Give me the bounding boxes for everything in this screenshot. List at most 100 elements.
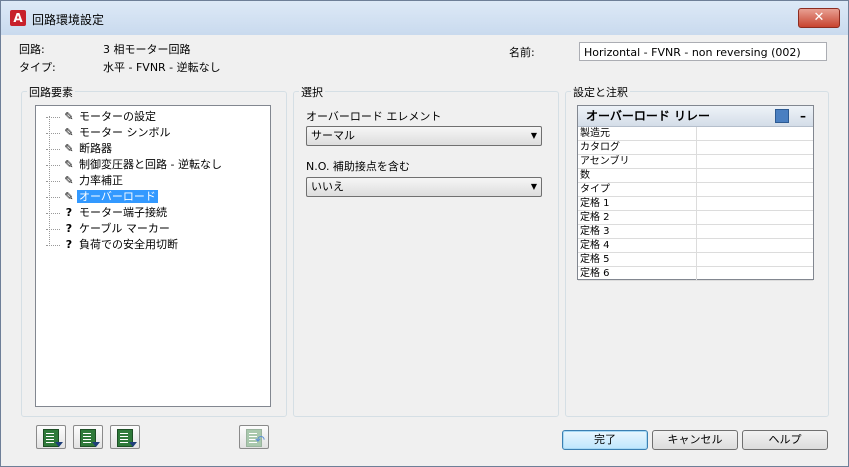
tree-item-motor-symbol[interactable]: ✎ モーター シンボル	[46, 125, 173, 141]
tree-item-overload[interactable]: ✎ オーバーロード	[46, 189, 158, 205]
grid-row-label: 定格 5	[580, 254, 610, 265]
circuit-elements-title: 回路要素	[27, 84, 75, 100]
tree-connector	[46, 132, 60, 134]
tree-item-label: オーバーロード	[77, 190, 158, 203]
grid-row-label: 定格 4	[580, 240, 610, 251]
dropdown-arrow-icon: ▼	[530, 131, 537, 140]
grid-row[interactable]: 定格 6	[578, 267, 813, 281]
grid-divider	[696, 183, 697, 196]
grid-divider	[696, 127, 697, 140]
grid-row[interactable]: 定格 5	[578, 253, 813, 267]
tree-item-label: 負荷での安全用切断	[79, 238, 178, 251]
tree-item-label: モーター端子接続	[79, 206, 167, 219]
grid-divider	[696, 253, 697, 266]
grid-divider	[696, 169, 697, 182]
dropdown-arrow-icon	[92, 442, 100, 447]
restore-defaults-button[interactable]: ↶	[239, 425, 269, 449]
cancel-button[interactable]: キャンセル	[652, 430, 738, 450]
grid-row-label: 製造元	[580, 128, 610, 139]
aux-contact-value: いいえ	[311, 180, 344, 193]
edit-template-button[interactable]	[110, 425, 140, 449]
name-field[interactable]: Horizontal - FVNR - non reversing (002)	[579, 42, 827, 61]
grid-header: オーバーロード リレー –	[578, 106, 813, 127]
settings-icon[interactable]	[775, 109, 789, 123]
ok-button[interactable]: 完了	[562, 430, 648, 450]
tree-connector	[46, 116, 60, 118]
undo-arrow-icon: ↶	[254, 433, 265, 447]
grid-row[interactable]: 定格 3	[578, 225, 813, 239]
tree-item-disconnect[interactable]: ✎ 断路器	[46, 141, 114, 157]
tree-connector	[46, 196, 60, 198]
overload-element-select[interactable]: サーマル ▼	[306, 126, 542, 146]
tree-connector	[46, 148, 60, 150]
app-icon: A	[10, 10, 26, 26]
grid-row-label: 定格 2	[580, 212, 610, 223]
tree-item-label: モーター シンボル	[79, 126, 171, 139]
tree-item-label: 断路器	[79, 142, 112, 155]
grid-row[interactable]: タイプ	[578, 183, 813, 197]
grid-divider	[696, 211, 697, 224]
save-template-button[interactable]	[73, 425, 103, 449]
type-value: 水平 - FVNR - 逆転なし	[103, 61, 221, 74]
pencil-icon: ✎	[64, 110, 74, 123]
properties-grid[interactable]: オーバーロード リレー – 製造元 カタログ アセンブリ 数 タイプ 定格 1 …	[577, 105, 814, 281]
question-icon: ?	[65, 222, 73, 235]
grid-row[interactable]: 定格 2	[578, 211, 813, 225]
aux-contact-select[interactable]: いいえ ▼	[306, 177, 542, 197]
load-template-button[interactable]	[36, 425, 66, 449]
collapse-icon[interactable]: –	[800, 106, 806, 126]
tree-connector	[46, 180, 60, 182]
dropdown-arrow-icon	[129, 442, 137, 447]
dialog-window: A 回路環境設定 ✕ 回路: 3 相モーター回路 タイプ: 水平 - FVNR …	[0, 0, 849, 467]
grid-row-label: 定格 6	[580, 268, 610, 279]
circuit-label: 回路:	[19, 43, 45, 56]
question-icon: ?	[65, 238, 73, 251]
grid-divider	[696, 155, 697, 168]
grid-divider	[696, 141, 697, 154]
grid-row-label: 数	[580, 170, 590, 181]
grid-row[interactable]: 定格 4	[578, 239, 813, 253]
tree-item-label: ケーブル マーカー	[79, 222, 170, 235]
pencil-icon: ✎	[64, 126, 74, 139]
aux-contact-label: N.O. 補助接点を含む	[306, 160, 410, 173]
close-icon: ✕	[813, 10, 825, 25]
settings-annotations-title: 設定と注釈	[571, 84, 630, 100]
help-button[interactable]: ヘルプ	[742, 430, 828, 450]
grid-row-label: カタログ	[580, 142, 620, 153]
grid-row[interactable]: 数	[578, 169, 813, 183]
tree-connector	[46, 212, 60, 214]
name-label: 名前:	[509, 46, 535, 59]
tree-item-safety-disconnect[interactable]: ? 負荷での安全用切断	[46, 237, 180, 253]
tree-item-label: 制御変圧器と回路 - 逆転なし	[79, 158, 222, 171]
tree-item-control-transformer[interactable]: ✎ 制御変圧器と回路 - 逆転なし	[46, 157, 224, 173]
grid-row-label: アセンブリ	[580, 156, 630, 167]
grid-row[interactable]: 定格 1	[578, 197, 813, 211]
dropdown-arrow-icon	[55, 442, 63, 447]
tree-item-motor-settings[interactable]: ✎ モーターの設定	[46, 109, 158, 125]
question-icon: ?	[65, 206, 73, 219]
grid-divider	[696, 197, 697, 210]
grid-divider	[696, 225, 697, 238]
grid-row[interactable]: カタログ	[578, 141, 813, 155]
tree-connector	[46, 164, 60, 166]
tree-connector	[46, 228, 60, 230]
pencil-icon: ✎	[64, 174, 74, 187]
overload-element-label: オーバーロード エレメント	[306, 110, 442, 123]
grid-row-label: 定格 1	[580, 198, 610, 209]
pencil-icon: ✎	[64, 190, 74, 203]
circuit-elements-tree[interactable]: ✎ モーターの設定 ✎ モーター シンボル ✎ 断路器 ✎ 制御変圧器と回路 - 逆転な…	[35, 105, 271, 407]
pencil-icon: ✎	[64, 158, 74, 171]
grid-divider	[696, 239, 697, 252]
tree-item-cable-marker[interactable]: ? ケーブル マーカー	[46, 221, 172, 237]
title-bar[interactable]: A 回路環境設定 ✕	[1, 1, 848, 35]
tree-item-power-factor[interactable]: ✎ 力率補正	[46, 173, 125, 189]
close-button[interactable]: ✕	[798, 8, 840, 28]
tree-item-motor-terminal[interactable]: ? モーター端子接続	[46, 205, 169, 221]
tree-item-label: 力率補正	[79, 174, 123, 187]
grid-row[interactable]: 製造元	[578, 127, 813, 141]
selection-title: 選択	[299, 84, 325, 100]
window-title: 回路環境設定	[32, 13, 105, 27]
grid-row-label: 定格 3	[580, 226, 610, 237]
grid-row[interactable]: アセンブリ	[578, 155, 813, 169]
dropdown-arrow-icon: ▼	[530, 182, 537, 191]
